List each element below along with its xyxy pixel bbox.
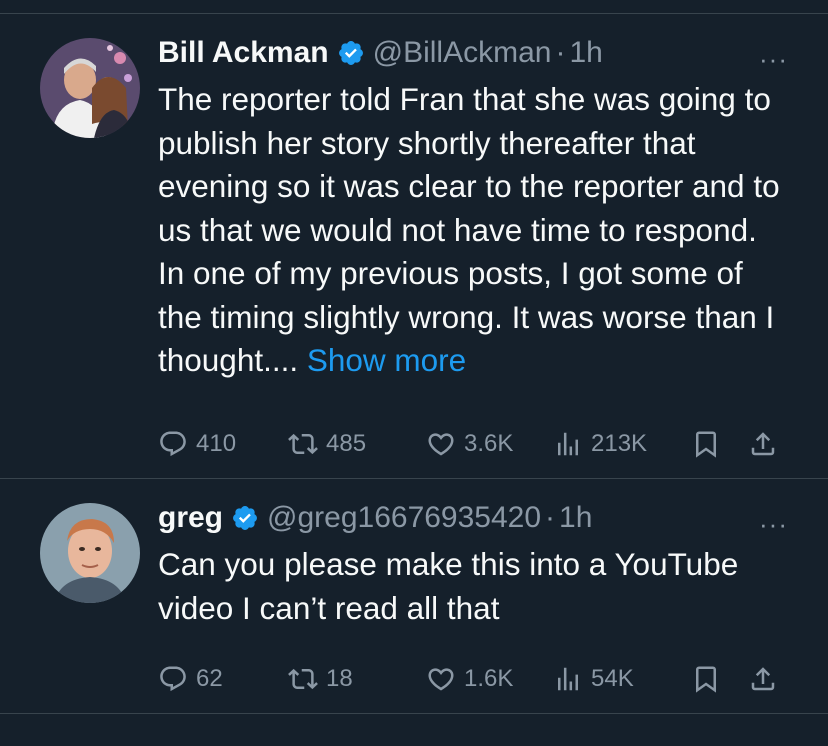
views-button[interactable]: 54K bbox=[553, 664, 634, 694]
like-button[interactable]: 3.6K bbox=[426, 429, 513, 459]
repost-count: 18 bbox=[326, 665, 353, 692]
view-count: 213K bbox=[591, 430, 648, 457]
tweet[interactable]: Bill Ackman @BillAckman · 1h ··· The rep… bbox=[0, 14, 828, 479]
avatar[interactable] bbox=[40, 503, 140, 603]
share-button[interactable] bbox=[748, 664, 778, 694]
reply-icon bbox=[160, 666, 186, 692]
share-icon bbox=[751, 432, 775, 456]
handle[interactable]: @greg16676935420 bbox=[267, 501, 541, 535]
view-count: 54K bbox=[591, 665, 634, 692]
bookmark-button[interactable] bbox=[691, 429, 721, 459]
separator: · bbox=[545, 501, 556, 534]
more-icon[interactable]: ··· bbox=[759, 44, 788, 75]
avatar[interactable] bbox=[40, 38, 140, 138]
tweet-text: Can you please make this into a YouTube … bbox=[158, 543, 788, 630]
tweet-text-content: The reporter told Fran that she was goin… bbox=[158, 81, 780, 378]
verified-badge-icon bbox=[338, 41, 363, 65]
tweet-header: Bill Ackman @BillAckman · 1h bbox=[158, 34, 788, 72]
bookmark-icon bbox=[696, 666, 716, 693]
repost-button[interactable]: 18 bbox=[288, 664, 353, 694]
share-icon bbox=[751, 667, 775, 691]
like-icon bbox=[428, 433, 454, 456]
repost-count: 485 bbox=[326, 430, 367, 457]
bookmark-button[interactable] bbox=[691, 664, 721, 694]
handle[interactable]: @BillAckman bbox=[373, 36, 552, 70]
like-button[interactable]: 1.6K bbox=[426, 664, 513, 694]
more-icon[interactable]: ··· bbox=[759, 509, 788, 540]
views-button[interactable]: 213K bbox=[553, 429, 647, 459]
repost-button[interactable]: 485 bbox=[288, 429, 366, 459]
reply-button[interactable]: 410 bbox=[158, 429, 236, 459]
reply-button[interactable]: 62 bbox=[158, 664, 223, 694]
reply-count: 410 bbox=[196, 430, 237, 457]
verified-badge-icon bbox=[233, 506, 257, 530]
bookmark-icon bbox=[696, 431, 716, 458]
like-icon bbox=[428, 668, 454, 691]
tweet-text: The reporter told Fran that she was goin… bbox=[158, 78, 788, 383]
show-more-link[interactable]: Show more bbox=[307, 342, 466, 378]
like-count: 1.6K bbox=[464, 665, 514, 692]
views-icon bbox=[558, 432, 578, 456]
share-button[interactable] bbox=[748, 429, 778, 459]
tweet[interactable]: greg @greg16676935420 · 1h ··· Can you p… bbox=[0, 479, 828, 714]
tweet-header: greg @greg16676935420 · 1h bbox=[158, 499, 788, 537]
display-name[interactable]: Bill Ackman bbox=[158, 36, 329, 70]
reply-count: 62 bbox=[196, 665, 223, 692]
tweet-text-content: Can you please make this into a YouTube … bbox=[158, 546, 739, 626]
separator: · bbox=[555, 36, 566, 69]
timestamp[interactable]: 1h bbox=[569, 36, 602, 70]
reply-icon bbox=[160, 431, 186, 457]
display-name[interactable]: greg bbox=[158, 501, 223, 535]
like-count: 3.6K bbox=[464, 430, 514, 457]
timestamp[interactable]: 1h bbox=[559, 501, 592, 535]
repost-icon bbox=[288, 433, 318, 455]
views-icon bbox=[558, 667, 578, 691]
repost-icon bbox=[288, 668, 318, 690]
